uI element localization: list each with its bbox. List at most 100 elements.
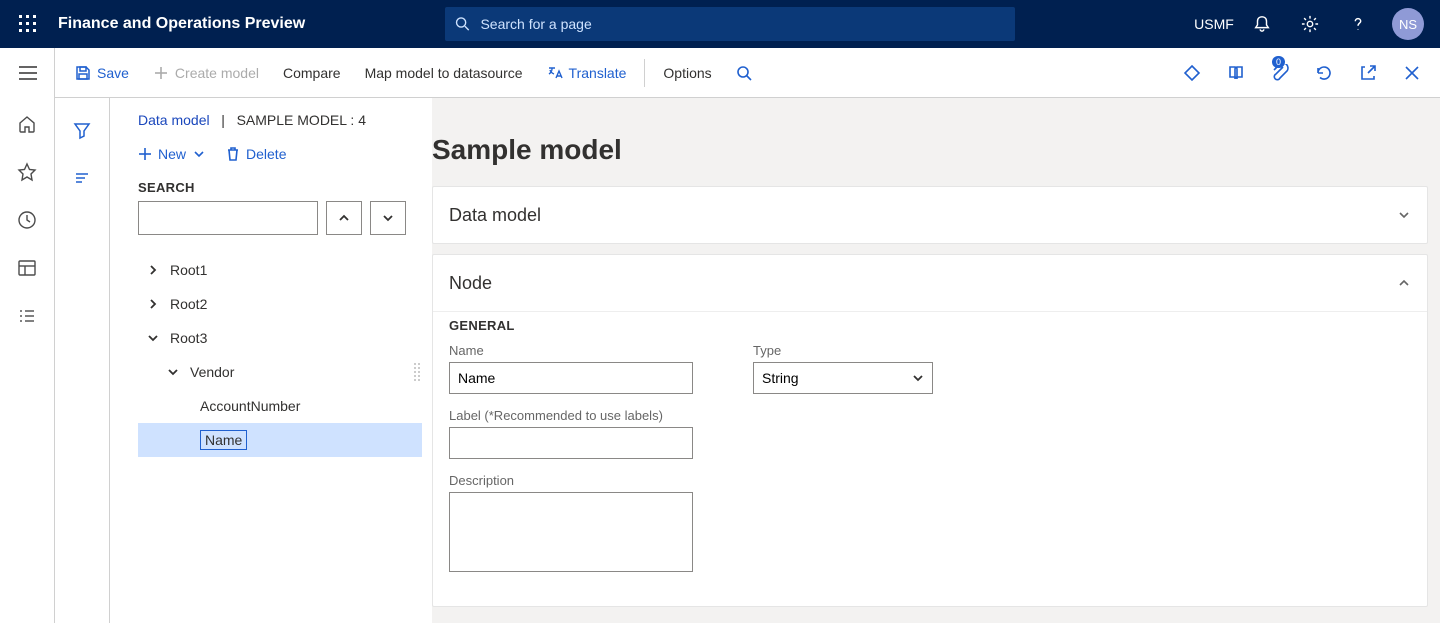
- expand-icon[interactable]: [146, 297, 160, 311]
- chevron-up-icon: [1397, 276, 1411, 290]
- tree-node-label: Root1: [170, 262, 207, 278]
- breadcrumb-link[interactable]: Data model: [138, 112, 210, 128]
- tree-node-label: Name: [200, 430, 247, 450]
- nav-toggle-icon[interactable]: [9, 48, 47, 98]
- home-icon[interactable]: [0, 102, 55, 146]
- name-field-label: Name: [449, 343, 693, 358]
- tree-node-root3[interactable]: Root3: [138, 321, 422, 355]
- search-actions-button[interactable]: [724, 48, 764, 97]
- search-icon: [736, 65, 752, 81]
- create-model-label: Create model: [175, 65, 259, 81]
- label-field-label: Label (*Recommended to use labels): [449, 408, 693, 423]
- create-model-button: Create model: [141, 48, 271, 97]
- page-title: Sample model: [432, 134, 1428, 166]
- map-model-label: Map model to datasource: [365, 65, 523, 81]
- translate-label: Translate: [569, 65, 627, 81]
- chevron-down-icon: [1397, 208, 1411, 222]
- tree-node-label: Root3: [170, 330, 207, 346]
- options-button[interactable]: Options: [651, 48, 723, 97]
- collapse-icon[interactable]: [146, 331, 160, 345]
- company-picker[interactable]: USMF: [1192, 0, 1236, 48]
- name-field[interactable]: [449, 362, 693, 394]
- card-data-model: Data model: [432, 186, 1428, 244]
- main-content: Sample model Data model Node GENERAL Nam…: [432, 98, 1428, 623]
- delete-button[interactable]: Delete: [226, 146, 286, 162]
- refresh-icon[interactable]: [1304, 48, 1344, 98]
- tree-node-vendor[interactable]: Vendor: [138, 355, 422, 389]
- app-launcher-icon[interactable]: [8, 15, 48, 33]
- expand-icon[interactable]: [146, 263, 160, 277]
- attachments-badge: 0: [1272, 56, 1285, 68]
- compare-button[interactable]: Compare: [271, 48, 353, 97]
- global-search[interactable]: [445, 7, 1015, 41]
- description-field[interactable]: [449, 492, 693, 572]
- search-next-button[interactable]: [370, 201, 406, 235]
- tree-search-input[interactable]: [138, 201, 318, 235]
- card-title: Data model: [449, 205, 541, 226]
- search-prev-button[interactable]: [326, 201, 362, 235]
- new-label: New: [158, 146, 186, 162]
- tree-panel: Data model | SAMPLE MODEL : 4 New Delete…: [110, 98, 432, 623]
- filter-icon[interactable]: [55, 108, 110, 152]
- settings-icon[interactable]: [1288, 0, 1332, 48]
- card-title: Node: [449, 273, 492, 294]
- search-icon: [455, 16, 470, 32]
- translate-icon: [547, 65, 563, 81]
- delete-label: Delete: [246, 146, 286, 162]
- tree-toolbar: New Delete: [138, 146, 422, 162]
- workspaces-icon[interactable]: [0, 246, 55, 290]
- plus-icon: [153, 65, 169, 81]
- tree-search-label: SEARCH: [138, 180, 422, 195]
- type-field-value: String: [762, 370, 799, 386]
- collapse-icon[interactable]: [166, 365, 180, 379]
- section-general-label: GENERAL: [449, 318, 1411, 333]
- new-button[interactable]: New: [138, 146, 206, 162]
- user-avatar[interactable]: NS: [1392, 8, 1424, 40]
- chevron-down-icon: [912, 372, 924, 384]
- card-node: Node GENERAL Name Label (*Recommended to…: [432, 254, 1428, 607]
- plus-icon: [138, 147, 152, 161]
- recent-icon[interactable]: [0, 198, 55, 242]
- favorites-icon[interactable]: [0, 150, 55, 194]
- drag-handle-icon[interactable]: [414, 363, 420, 381]
- type-field[interactable]: String: [753, 362, 933, 394]
- panel-rail: [55, 98, 110, 623]
- left-rail: [0, 48, 55, 623]
- diamond-icon[interactable]: [1172, 48, 1212, 98]
- breadcrumb: Data model | SAMPLE MODEL : 4: [138, 112, 422, 128]
- attachments-icon[interactable]: 0: [1260, 48, 1300, 98]
- translate-button[interactable]: Translate: [535, 48, 639, 97]
- description-field-label: Description: [449, 473, 693, 488]
- tree-node-accountnumber[interactable]: AccountNumber: [138, 389, 422, 423]
- tree-node-label: Vendor: [190, 364, 234, 380]
- type-field-label: Type: [753, 343, 933, 358]
- card-data-model-header[interactable]: Data model: [433, 187, 1427, 243]
- app-title: Finance and Operations Preview: [58, 15, 305, 33]
- book-icon[interactable]: [1216, 48, 1256, 98]
- tree-node-root2[interactable]: Root2: [138, 287, 422, 321]
- label-field[interactable]: [449, 427, 693, 459]
- related-info-icon[interactable]: [55, 156, 110, 200]
- top-nav: Finance and Operations Preview USMF NS: [0, 0, 1440, 48]
- tree-node-label: Root2: [170, 296, 207, 312]
- options-label: Options: [663, 65, 711, 81]
- save-icon: [75, 65, 91, 81]
- separator: [644, 59, 645, 87]
- card-node-header[interactable]: Node: [433, 255, 1427, 311]
- tree-node-name[interactable]: Name: [138, 423, 422, 457]
- command-bar: Save Create model Compare Map model to d…: [55, 48, 1440, 98]
- help-icon[interactable]: [1336, 0, 1380, 48]
- tree-node-label: AccountNumber: [200, 398, 300, 414]
- notifications-icon[interactable]: [1240, 0, 1284, 48]
- popout-icon[interactable]: [1348, 48, 1388, 98]
- map-model-button[interactable]: Map model to datasource: [353, 48, 535, 97]
- modules-icon[interactable]: [0, 294, 55, 338]
- save-button[interactable]: Save: [63, 48, 141, 97]
- compare-label: Compare: [283, 65, 341, 81]
- tree-node-root1[interactable]: Root1: [138, 253, 422, 287]
- model-tree: Root1 Root2 Root3 Vendor AccountNumber N…: [138, 253, 422, 457]
- chevron-down-icon: [192, 147, 206, 161]
- global-search-input[interactable]: [480, 16, 1005, 32]
- close-icon[interactable]: [1392, 48, 1432, 98]
- save-button-label: Save: [97, 65, 129, 81]
